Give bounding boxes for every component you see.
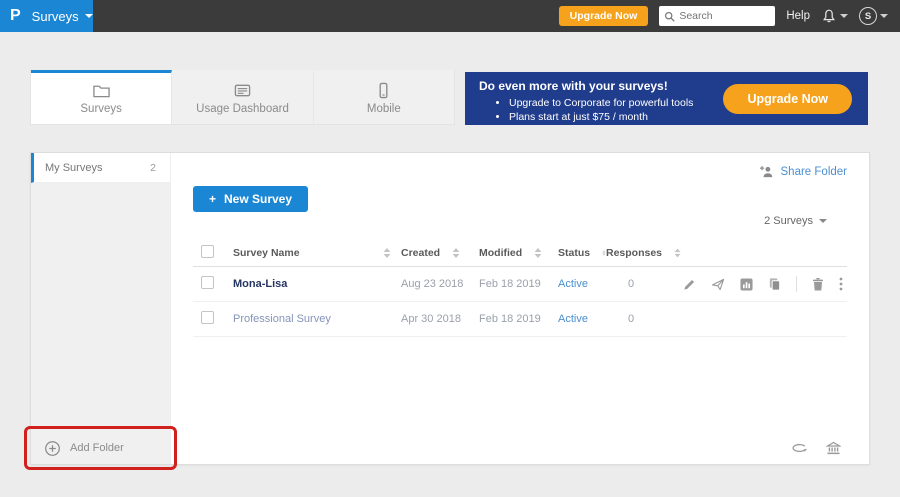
header-responses[interactable]: Responses xyxy=(606,247,681,259)
status-badge: Active xyxy=(558,313,606,325)
share-person-icon xyxy=(759,165,774,178)
created-date: Apr 30 2018 xyxy=(401,313,479,325)
sort-icon xyxy=(534,248,542,258)
mobile-icon xyxy=(374,82,393,99)
header-status[interactable]: Status xyxy=(558,247,606,259)
sort-icon xyxy=(452,248,460,258)
search-box[interactable] xyxy=(659,6,775,26)
header-modified[interactable]: Modified xyxy=(479,247,558,259)
responses-count: 0 xyxy=(606,278,681,290)
more-dots-icon[interactable] xyxy=(839,277,843,291)
chevron-down-icon xyxy=(840,14,848,18)
modified-date: Feb 18 2019 xyxy=(479,313,558,325)
app-logo: P xyxy=(10,7,21,25)
table-header-row: Survey Name Created Modified Status Resp… xyxy=(193,239,847,267)
tab-strip: Surveys Usage Dashboard Mobile xyxy=(30,70,455,125)
search-icon xyxy=(664,11,675,22)
avatar: S xyxy=(859,7,877,25)
folder-icon xyxy=(92,82,111,99)
topbar: P Surveys Upgrade Now Help S xyxy=(0,0,900,32)
share-folder-label: Share Folder xyxy=(781,166,847,178)
sort-icon xyxy=(674,248,681,258)
row-checkbox[interactable] xyxy=(201,311,214,324)
product-name: Surveys xyxy=(32,9,79,24)
add-folder-label: Add Folder xyxy=(70,442,124,454)
select-all-checkbox[interactable] xyxy=(201,245,214,258)
table-row: Mona-Lisa Aug 23 2018 Feb 18 2019 Active… xyxy=(193,267,847,302)
dashboard-icon xyxy=(233,82,252,99)
sidebar-item-my-surveys[interactable]: My Surveys 2 xyxy=(31,153,170,183)
header-created[interactable]: Created xyxy=(401,247,479,259)
actions-divider xyxy=(796,276,797,292)
surveys-table: Survey Name Created Modified Status Resp… xyxy=(193,239,847,337)
sort-icon xyxy=(383,248,391,258)
table-row: Professional Survey Apr 30 2018 Feb 18 2… xyxy=(193,302,847,337)
surveys-count-label: 2 Surveys xyxy=(764,215,813,227)
report-chart-icon[interactable] xyxy=(740,278,753,291)
created-date: Aug 23 2018 xyxy=(401,278,479,290)
tab-usage-dashboard[interactable]: Usage Dashboard xyxy=(172,70,313,124)
tab-label: Usage Dashboard xyxy=(196,103,289,115)
bell-icon xyxy=(821,8,837,24)
folders-sidebar: My Surveys 2 Add Folder xyxy=(31,153,171,464)
tab-surveys[interactable]: Surveys xyxy=(31,70,172,124)
add-folder-button[interactable]: Add Folder xyxy=(31,432,170,464)
account-menu[interactable]: S xyxy=(859,7,888,25)
row-checkbox[interactable] xyxy=(201,276,214,289)
survey-name-link[interactable]: Professional Survey xyxy=(233,313,401,325)
folder-count-badge: 2 xyxy=(150,162,156,174)
tab-mobile[interactable]: Mobile xyxy=(314,70,454,124)
copy-icon[interactable] xyxy=(768,277,781,291)
tab-label: Mobile xyxy=(367,103,401,115)
delete-trash-icon[interactable] xyxy=(812,277,824,291)
plus-icon: + xyxy=(209,192,216,206)
folder-label: My Surveys xyxy=(45,162,102,174)
survey-name-link[interactable]: Mona-Lisa xyxy=(233,278,401,290)
upgrade-now-button[interactable]: Upgrade Now xyxy=(559,6,649,26)
sidebar-body: Add Folder xyxy=(31,183,170,464)
banner-upgrade-button[interactable]: Upgrade Now xyxy=(723,84,852,114)
restore-loop-icon[interactable] xyxy=(791,442,808,454)
send-plane-icon[interactable] xyxy=(711,278,725,291)
header-survey-name[interactable]: Survey Name xyxy=(233,247,401,259)
chevron-down-icon xyxy=(85,14,93,18)
product-switcher[interactable]: P Surveys xyxy=(0,0,93,32)
surveys-count-dropdown[interactable]: 2 Surveys xyxy=(764,215,827,227)
plus-circle-icon xyxy=(44,440,61,457)
surveys-content: Share Folder + New Survey 2 Surveys Surv… xyxy=(171,153,869,464)
chevron-down-icon xyxy=(880,14,888,18)
status-badge: Active xyxy=(558,278,606,290)
new-survey-button[interactable]: + New Survey xyxy=(193,186,308,212)
search-input[interactable] xyxy=(679,10,767,22)
tab-label: Surveys xyxy=(80,103,122,115)
panel-footer-icons xyxy=(791,441,841,455)
responses-count: 0 xyxy=(606,313,681,325)
surveys-panel: My Surveys 2 Add Folder Share Folde xyxy=(30,152,870,465)
notifications-button[interactable] xyxy=(821,8,848,24)
archive-bank-icon[interactable] xyxy=(826,441,841,455)
modified-date: Feb 18 2019 xyxy=(479,278,558,290)
promo-banner: Do even more with your surveys! Upgrade … xyxy=(465,72,868,125)
edit-pencil-icon[interactable] xyxy=(683,278,696,291)
help-link[interactable]: Help xyxy=(786,10,810,22)
new-survey-label: New Survey xyxy=(224,192,292,206)
row-actions xyxy=(681,276,847,292)
share-folder-link[interactable]: Share Folder xyxy=(759,165,847,178)
chevron-down-icon xyxy=(819,219,827,223)
